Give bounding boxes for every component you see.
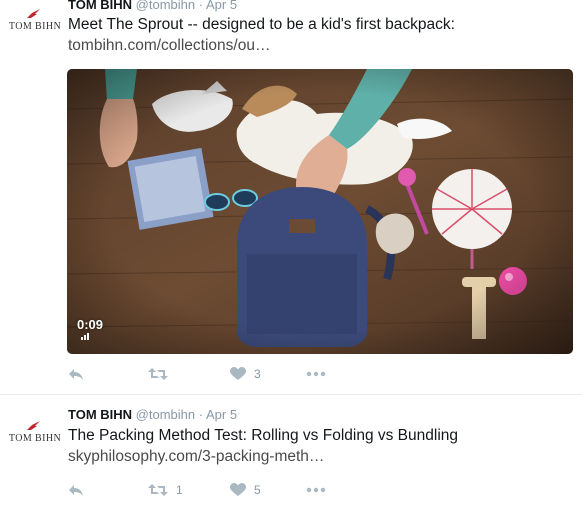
volume-icon[interactable]	[81, 332, 91, 340]
separator: ·	[198, 407, 204, 422]
author-handle[interactable]: @tombihn	[136, 407, 195, 422]
avatar[interactable]: TOM BIHN	[8, 420, 62, 450]
more-icon	[306, 487, 326, 493]
video-player[interactable]: 0:09	[67, 69, 573, 354]
more-icon	[306, 371, 326, 377]
author-handle[interactable]: @tombihn	[136, 0, 195, 12]
reply-button[interactable]	[68, 364, 84, 384]
tweet-date[interactable]: Apr 5	[206, 407, 237, 422]
heart-icon	[230, 367, 246, 380]
author-name[interactable]: TOM BIHN	[68, 407, 132, 422]
separator: ·	[198, 0, 204, 12]
tweet-link[interactable]: skyphilosophy.com/3-packing-meth…	[68, 446, 458, 467]
more-button[interactable]	[306, 364, 326, 384]
more-button[interactable]	[306, 480, 326, 500]
tweet-actions: 1 5	[68, 480, 368, 500]
bird-icon	[27, 9, 40, 18]
tweet-link[interactable]: tombihn.com/collections/ou…	[68, 35, 455, 56]
tweet-date[interactable]: Apr 5	[206, 0, 237, 12]
tweet-actions: 3	[68, 364, 368, 384]
tweet-text: Meet The Sprout -- designed to be a kid'…	[68, 14, 455, 56]
duration-text: 0:09	[77, 317, 104, 332]
tweet-text: The Packing Method Test: Rolling vs Fold…	[68, 425, 458, 467]
author-name[interactable]: TOM BIHN	[68, 0, 132, 12]
tweet-header: TOM BIHN @tombihn · Apr 5	[68, 407, 237, 422]
tweet-header: TOM BIHN @tombihn · Apr 5	[68, 0, 237, 12]
reply-icon	[69, 369, 83, 380]
reply-button[interactable]	[68, 480, 84, 500]
like-button[interactable]: 5	[230, 480, 261, 500]
reply-icon	[69, 485, 83, 496]
retweet-icon	[148, 484, 168, 496]
bird-icon	[27, 421, 40, 430]
avatar[interactable]: TOM BIHN	[8, 8, 62, 38]
retweet-button[interactable]: 1	[148, 480, 183, 500]
video-duration: 0:09	[77, 317, 103, 340]
video-thumbnail	[67, 69, 573, 354]
retweet-icon	[148, 368, 168, 380]
tweet-body: The Packing Method Test: Rolling vs Fold…	[68, 427, 459, 444]
retweet-button[interactable]	[148, 364, 176, 384]
logo-text: TOM BIHN	[8, 21, 62, 32]
tweet[interactable]: TOM BIHN TOM BIHN @tombihn · Apr 5 Meet …	[0, 0, 582, 395]
like-count: 3	[254, 367, 261, 381]
like-count: 5	[254, 483, 261, 497]
heart-icon	[230, 483, 246, 496]
logo-text: TOM BIHN	[8, 433, 62, 444]
retweet-count: 1	[176, 483, 183, 497]
like-button[interactable]: 3	[230, 364, 261, 384]
tweet-body: Meet The Sprout -- designed to be a kid'…	[68, 16, 455, 33]
tweet[interactable]: TOM BIHN TOM BIHN @tombihn · Apr 5 The P…	[0, 400, 582, 521]
